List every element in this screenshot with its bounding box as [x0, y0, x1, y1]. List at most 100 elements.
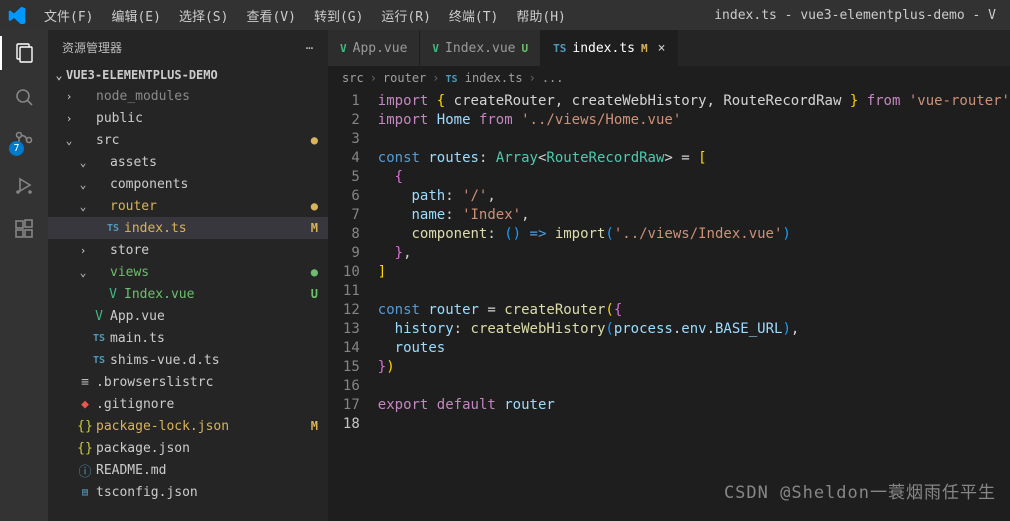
git-status: ●: [298, 265, 318, 279]
tree-item[interactable]: ⌄ src●: [48, 129, 328, 151]
menu-item[interactable]: 查看(V): [238, 2, 303, 29]
tree-item[interactable]: › node_modules: [48, 85, 328, 107]
editor-tabs: VApp.vueVIndex.vueUTSindex.tsM×: [328, 30, 1010, 66]
menu-item[interactable]: 转到(G): [306, 2, 371, 29]
project-name: VUE3-ELEMENTPLUS-DEMO: [66, 68, 218, 82]
editor-tab[interactable]: TS index.ts M ×: [541, 30, 678, 66]
editor-tab[interactable]: VIndex.vueU: [420, 30, 541, 66]
file-tree: ›node_modules›public⌄src●⌄assets⌄compone…: [48, 85, 328, 521]
file-label: tsconfig.json: [96, 485, 298, 500]
tree-item[interactable]: ≡.browserslistrc: [48, 371, 328, 393]
scm-badge: 7: [9, 141, 24, 156]
chevron-icon: ⌄: [62, 134, 76, 147]
tree-item[interactable]: ›public: [48, 107, 328, 129]
tree-item[interactable]: {}package-lock.jsonM: [48, 415, 328, 437]
file-label: main.ts: [110, 331, 298, 346]
sidebar-title: 资源管理器: [62, 39, 122, 56]
file-label: store: [110, 243, 298, 258]
tab-label: index.ts: [572, 41, 635, 56]
breadcrumb[interactable]: src›router›TS index.ts›...: [328, 66, 1010, 90]
tree-item[interactable]: ◆.gitignore: [48, 393, 328, 415]
file-label: App.vue: [110, 309, 298, 324]
tree-item[interactable]: ⌄router●: [48, 195, 328, 217]
title-bar: 文件(F)编辑(E)选择(S)查看(V)转到(G)运行(R)终端(T)帮助(H)…: [0, 0, 1010, 30]
file-label: .browserslistrc: [96, 375, 298, 390]
file-label: src: [96, 133, 298, 148]
file-icon: ◆: [76, 397, 94, 412]
tree-item[interactable]: TSindex.tsM: [48, 217, 328, 239]
tree-item[interactable]: ▤tsconfig.json: [48, 481, 328, 503]
file-label: .gitignore: [96, 397, 298, 412]
menu-item[interactable]: 终端(T): [441, 2, 506, 29]
chevron-icon: ›: [62, 90, 76, 103]
code-editor[interactable]: 123456789101112131415161718 import { cre…: [328, 90, 1010, 521]
file-label: views: [110, 265, 298, 280]
file-icon: ⓘ: [76, 461, 94, 480]
source-control-icon[interactable]: 7: [11, 128, 37, 154]
chevron-icon: ›: [62, 112, 76, 125]
file-label: README.md: [96, 463, 298, 478]
file-icon: TS: [90, 355, 108, 366]
menu-item[interactable]: 编辑(E): [103, 2, 168, 29]
file-icon: {}: [76, 419, 94, 434]
file-label: index.ts: [124, 221, 298, 236]
file-icon: ≡: [76, 375, 94, 390]
explorer-icon[interactable]: [11, 40, 37, 66]
menu-bar: 文件(F)编辑(E)选择(S)查看(V)转到(G)运行(R)终端(T)帮助(H): [36, 2, 574, 29]
breadcrumb-item[interactable]: TS index.ts: [446, 71, 523, 85]
close-icon[interactable]: ×: [658, 41, 666, 56]
line-numbers: 123456789101112131415161718: [328, 92, 378, 521]
tree-item[interactable]: TSmain.ts: [48, 327, 328, 349]
file-icon: TS: [90, 333, 108, 344]
file-icon: {}: [76, 441, 94, 456]
file-type-icon: V: [432, 42, 439, 55]
sidebar-header: 资源管理器 ⋯: [48, 30, 328, 65]
git-status: ●: [298, 133, 318, 147]
file-label: package.json: [96, 441, 298, 456]
breadcrumb-item[interactable]: router: [383, 71, 426, 85]
file-label: components: [110, 177, 298, 192]
vscode-logo: [8, 6, 26, 24]
sidebar: 资源管理器 ⋯ ⌄ VUE3-ELEMENTPLUS-DEMO › node_mo…: [48, 30, 328, 521]
file-label: shims-vue.d.ts: [110, 353, 298, 368]
menu-item[interactable]: 帮助(H): [508, 2, 573, 29]
more-icon[interactable]: ⋯: [306, 41, 314, 55]
menu-item[interactable]: 文件(F): [36, 2, 101, 29]
file-label: node_modules: [96, 89, 298, 104]
tree-item[interactable]: {}package.json: [48, 437, 328, 459]
tree-item[interactable]: TSshims-vue.d.ts: [48, 349, 328, 371]
search-icon[interactable]: [11, 84, 37, 110]
git-status: M: [298, 419, 318, 433]
breadcrumb-item[interactable]: src: [342, 71, 364, 85]
tree-item[interactable]: VApp.vue: [48, 305, 328, 327]
menu-item[interactable]: 运行(R): [373, 2, 438, 29]
window-title: index.ts - vue3-elementplus-demo - V: [574, 8, 1002, 23]
tree-item[interactable]: › store: [48, 239, 328, 261]
file-type-icon: TS: [553, 42, 566, 55]
file-icon: ▤: [76, 487, 94, 498]
breadcrumb-item[interactable]: ...: [542, 71, 564, 85]
chevron-icon: ⌄: [76, 156, 90, 169]
tree-item[interactable]: ⌄components: [48, 173, 328, 195]
run-debug-icon[interactable]: [11, 172, 37, 198]
file-label: package-lock.json: [96, 419, 298, 434]
tree-item[interactable]: VIndex.vueU: [48, 283, 328, 305]
editor-tab[interactable]: VApp.vue: [328, 30, 420, 66]
breadcrumb-separator: ›: [432, 71, 439, 85]
file-type-icon: V: [340, 42, 347, 55]
code-text[interactable]: import { createRouter, createWebHistory,…: [378, 92, 1010, 521]
chevron-icon: ›: [76, 244, 90, 257]
project-root[interactable]: ⌄ VUE3-ELEMENTPLUS-DEMO: [48, 65, 328, 85]
extensions-icon[interactable]: [11, 216, 37, 242]
tab-git-status: M: [641, 42, 648, 55]
file-icon: TS: [104, 223, 122, 234]
breadcrumb-separator: ›: [529, 71, 536, 85]
tree-item[interactable]: ⌄assets: [48, 151, 328, 173]
file-icon: V: [104, 287, 122, 302]
tab-label: Index.vue: [445, 41, 515, 56]
menu-item[interactable]: 选择(S): [171, 2, 236, 29]
git-status: M: [298, 221, 318, 235]
tree-item[interactable]: ⓘREADME.md: [48, 459, 328, 481]
tree-item[interactable]: ⌄views●: [48, 261, 328, 283]
file-label: router: [110, 199, 298, 214]
